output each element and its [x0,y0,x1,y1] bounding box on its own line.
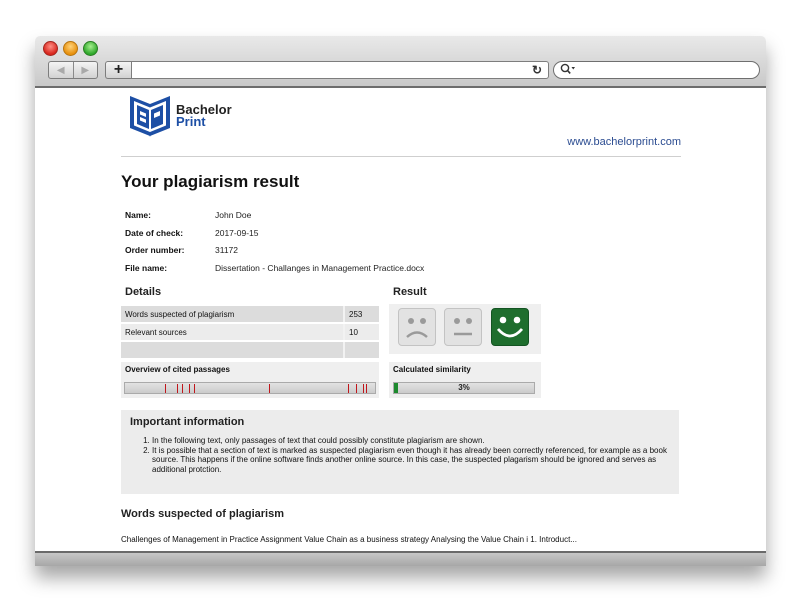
zoom-window-button[interactable] [83,41,98,56]
cited-passage-mark[interactable] [348,384,349,393]
list-item: It is possible that a section of text is… [152,446,672,475]
important-information-title: Important information [130,416,245,428]
browser-toolbar: ◀ ▶ + ↻ [35,36,766,88]
similarity-panel: Calculated similarity 3% [389,362,541,398]
result-title: Result [393,286,427,298]
bachelorprint-logo-icon [127,92,173,138]
list-item: In the following text, only passages of … [152,436,672,446]
sad-face-icon [398,308,436,346]
cited-passages-title: Overview of cited passages [125,365,230,374]
cited-passages-panel: Overview of cited passages [121,362,379,398]
meta-row-name: Name: John Doe [125,207,424,225]
forward-arrow-icon: ▶ [81,64,90,76]
meta-value: 2017-09-15 [215,227,259,238]
cited-passage-mark[interactable] [165,384,166,393]
cited-passage-mark[interactable] [177,384,178,393]
browser-window: ◀ ▶ + ↻ Bachelor Print www.bachelorprint… [35,36,766,566]
report-metadata: Name: John Doe Date of check: 2017-09-15 O… [125,207,424,277]
important-information-box: Important information In the following t… [121,410,679,494]
table-row: Relevant sources 10 [121,324,379,340]
details-table: Words suspected of plagiarism 253 Relevan… [121,304,379,360]
similarity-progress-bar: 3% [393,382,535,394]
suspected-text-excerpt: Challenges of Management in Practice Ass… [121,535,577,544]
meta-label: Order number: [125,245,185,255]
website-link[interactable]: www.bachelorprint.com [567,136,681,148]
minimize-window-button[interactable] [63,41,78,56]
result-faces [389,304,541,354]
address-bar[interactable]: ↻ [131,61,549,79]
details-value [343,342,379,358]
cited-passage-mark[interactable] [363,384,364,393]
cited-passage-mark[interactable] [366,384,367,393]
search-field[interactable] [553,61,760,79]
cited-passage-mark[interactable] [356,384,357,393]
plus-icon: + [113,61,124,78]
details-value: 10 [343,324,379,340]
brand-line-2: Print [176,114,206,129]
meta-row-file: File name: Dissertation - Challanges in M… [125,260,424,278]
neutral-face-icon [444,308,482,346]
details-label: Relevant sources [121,324,343,340]
similarity-percent: 3% [458,383,470,392]
cited-passage-mark[interactable] [194,384,195,393]
details-title: Details [125,286,162,298]
cited-passages-bar[interactable] [124,382,376,394]
page-content: Bachelor Print www.bachelorprint.com You… [35,88,766,551]
header-divider [121,156,681,157]
meta-label: File name: [125,262,168,273]
similarity-title: Calculated similarity [393,365,471,374]
table-row: Words suspected of plagiarism 253 [121,306,379,322]
search-icon[interactable] [560,63,576,79]
brand-name: Bachelor Print [176,103,232,129]
meta-value: 31172 [215,245,239,255]
meta-label: Name: [125,210,151,220]
back-button[interactable]: ◀ [49,62,73,78]
details-label: Words suspected of plagiarism [121,306,343,322]
forward-button[interactable]: ▶ [72,62,98,78]
meta-label: Date of check: [125,227,184,238]
new-tab-button[interactable]: + [105,61,131,79]
navigation-buttons: ◀ ▶ [48,61,98,79]
meta-row-order: Order number: 31172 [125,242,424,260]
suspected-words-title: Words suspected of plagiarism [121,508,285,520]
table-row [121,342,379,358]
page-title: Your plagiarism result [121,172,300,191]
meta-value: John Doe [215,210,252,220]
meta-row-date: Date of check: 2017-09-15 [125,225,424,243]
cited-passage-mark[interactable] [189,384,190,393]
reload-icon[interactable]: ↻ [532,62,542,78]
happy-face-icon [491,308,529,346]
browser-status-bar [35,551,766,566]
close-window-button[interactable] [43,41,58,56]
cited-passage-mark[interactable] [269,384,270,393]
meta-value: Dissertation - Challanges in Management … [215,262,425,273]
details-value: 253 [343,306,379,322]
details-label [121,342,343,358]
important-information-list: In the following text, only passages of … [130,436,672,474]
details-panel: Words suspected of plagiarism 253 Relevan… [121,304,379,360]
back-arrow-icon: ◀ [56,64,65,76]
cited-passage-mark[interactable] [182,384,183,393]
